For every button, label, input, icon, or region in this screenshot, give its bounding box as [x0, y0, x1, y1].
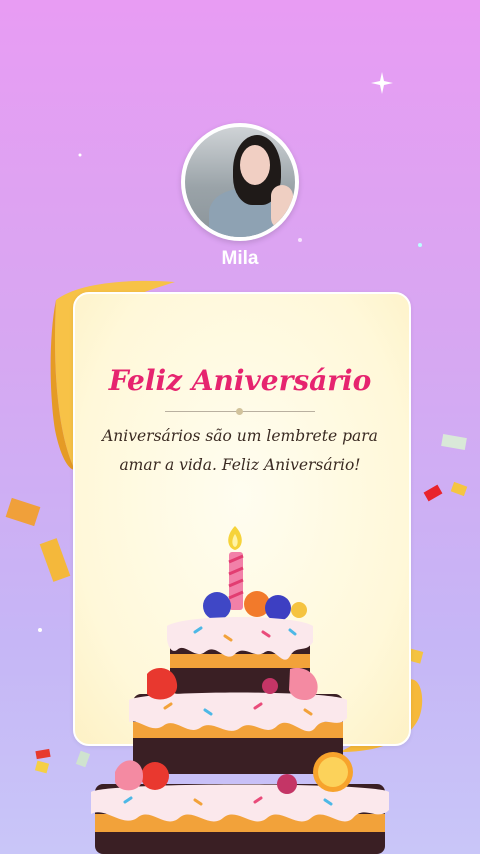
- birthday-cake-icon: [91, 526, 389, 854]
- username-label: Mila: [221, 248, 259, 269]
- candle-icon: [228, 526, 244, 610]
- sparkle-icon: [371, 72, 393, 94]
- avatar-photo: [185, 127, 295, 237]
- card-message: Aniversários são um lembrete para amar a…: [102, 427, 378, 474]
- divider-dot: [236, 408, 243, 415]
- avatar[interactable]: [181, 123, 299, 241]
- card-title: Feliz Aniversário: [108, 364, 372, 397]
